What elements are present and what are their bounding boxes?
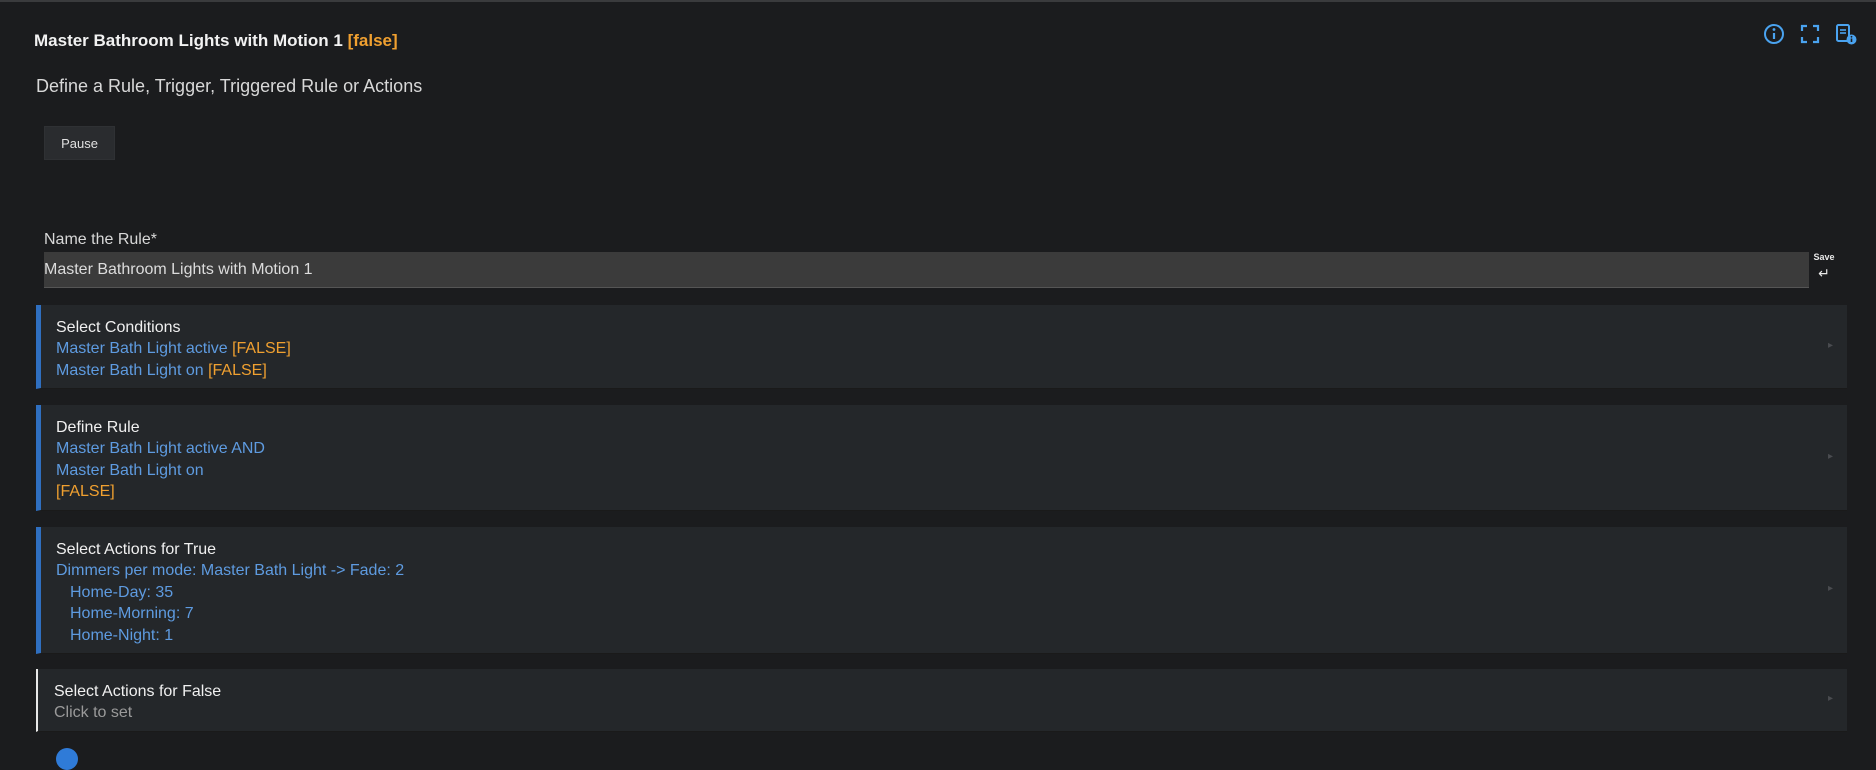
action-subitem: Home-Night: 1 — [70, 626, 174, 644]
save-label: Save — [1813, 252, 1835, 262]
app-info-icon[interactable] — [1834, 22, 1858, 46]
fullscreen-icon[interactable] — [1798, 22, 1822, 46]
rule-name-label: Name the Rule* — [44, 231, 157, 248]
chevron-right-icon: ▸ — [1827, 339, 1833, 351]
chevron-right-icon: ▸ — [1827, 583, 1833, 594]
rule-title-text: Master Bathroom Lights with Motion 1 — [34, 31, 343, 50]
page-subtitle: Define a Rule, Trigger, Triggered Rule o… — [36, 76, 423, 96]
actions-true-panel[interactable]: Select Actions for True Dimmers per mode… — [36, 527, 1847, 654]
rule-operator: AND — [231, 440, 265, 457]
condition-item: Master Bath Light active [FALSE] — [56, 340, 291, 357]
chevron-right-icon: ▸ — [1827, 693, 1833, 704]
panel-title: Select Actions for True — [56, 541, 217, 558]
define-rule-panel[interactable]: Define Rule Master Bath Light active AND… — [36, 405, 1847, 511]
top-border — [0, 0, 1876, 2]
condition-status: [FALSE] — [208, 361, 267, 379]
panel-title: Define Rule — [56, 419, 140, 436]
header-toolbar — [1762, 22, 1858, 46]
condition-item: Master Bath Light on [FALSE] — [56, 361, 267, 379]
enable-toggle-row[interactable] — [56, 748, 78, 770]
panel-title: Select Conditions — [56, 319, 181, 336]
condition-status: [FALSE] — [232, 340, 291, 357]
rule-expression-line: Master Bath Light active AND — [56, 440, 265, 457]
select-conditions-panel[interactable]: Select Conditions Master Bath Light acti… — [36, 305, 1847, 389]
action-subitem: Home-Morning: 7 — [70, 605, 194, 622]
page-title: Master Bathroom Lights with Motion 1 [fa… — [34, 31, 398, 51]
rule-name-input[interactable] — [44, 252, 1809, 288]
save-button[interactable]: Save ↵ — [1812, 252, 1836, 281]
panel-title: Select Actions for False — [54, 683, 222, 700]
click-to-set-hint: Click to set — [54, 704, 133, 721]
action-item: Dimmers per mode: Master Bath Light -> F… — [56, 562, 405, 579]
actions-false-panel[interactable]: Select Actions for False Click to set ▸ — [36, 669, 1847, 732]
info-icon[interactable] — [1762, 22, 1786, 46]
toggle-icon[interactable] — [56, 748, 78, 770]
chevron-right-icon: ▸ — [1827, 450, 1833, 462]
enter-icon: ↵ — [1818, 265, 1830, 281]
action-subitem: Home-Day: 35 — [70, 583, 174, 601]
rule-status: [FALSE] — [56, 483, 115, 500]
rule-expression-line: Master Bath Light on — [56, 461, 204, 479]
pause-button[interactable]: Pause — [44, 126, 115, 160]
rule-state-badge: [false] — [347, 31, 398, 50]
